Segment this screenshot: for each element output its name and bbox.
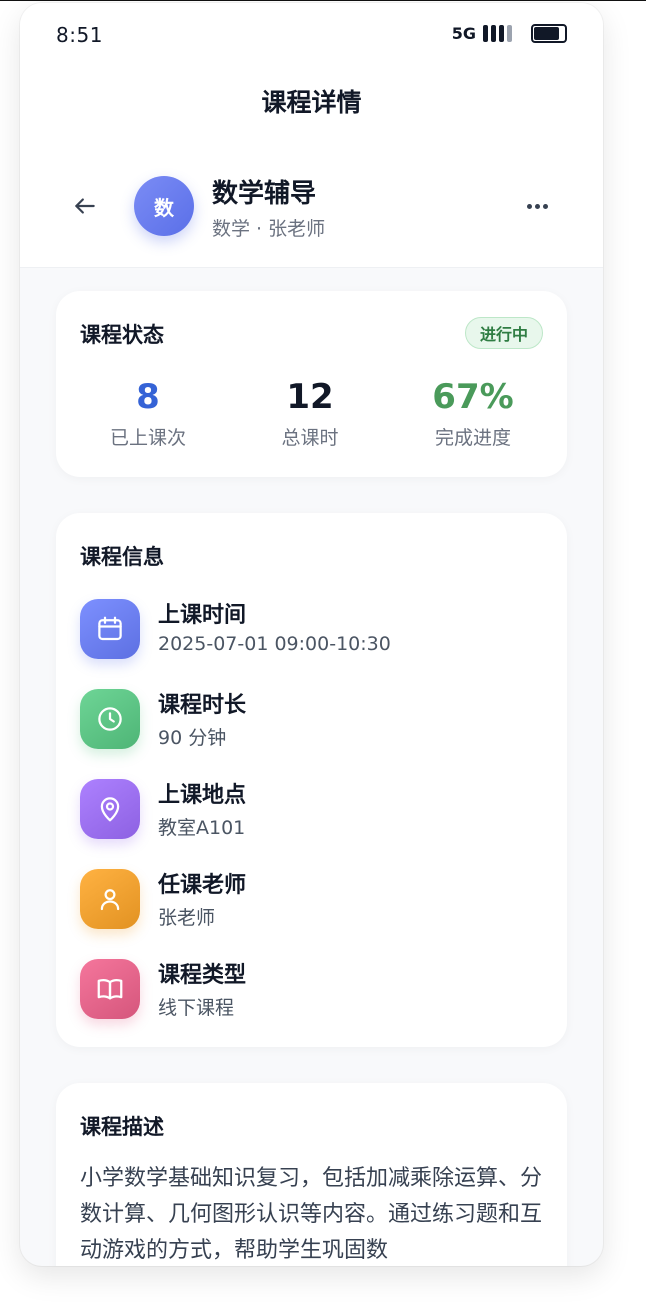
course-avatar: 数 <box>134 176 194 236</box>
arrow-left-icon <box>75 198 95 214</box>
info-row-teacher: 任课老师 张老师 <box>80 869 540 929</box>
page-title: 课程详情 <box>261 88 362 117</box>
info-icon-tile <box>80 959 140 1019</box>
user-icon <box>100 889 120 911</box>
info-icon-tile <box>80 689 140 749</box>
info-row-time: 上课时间 2025-07-01 09:00-10:30 <box>80 599 540 659</box>
info-value: 教室A101 <box>158 817 246 839</box>
status-badge: 进行中 <box>464 317 543 349</box>
info-label: 课程类型 <box>158 963 247 988</box>
network-type: 5G <box>451 24 476 43</box>
phone-frame: 8:51 5G 课程详情 数 数学辅导 数学 · 张老师 课程状态 进行中 8 … <box>20 3 603 1266</box>
stat-label: 已上课次 <box>109 427 186 449</box>
more-dots-icon <box>526 203 532 209</box>
description-text: 小学数学基础知识复习，包括加减乘除运算、分数计算、几何图形认识等内容。通过练习题… <box>80 1166 543 1263</box>
description-card-title: 课程描述 <box>80 1115 164 1139</box>
course-name: 数学辅导 <box>212 179 317 209</box>
stat-value: 67% <box>432 377 514 417</box>
battery-icon <box>531 24 567 43</box>
info-card: 课程信息 上课时间 2025-07-01 09:00-10:30 课程时长 90… <box>56 513 567 1047</box>
stat-total-hours: 12 总课时 <box>225 377 395 450</box>
info-row-type: 课程类型 线下课程 <box>80 959 540 1019</box>
signal-icon <box>483 25 512 42</box>
info-label: 课程时长 <box>158 693 247 718</box>
info-row-duration: 课程时长 90 分钟 <box>80 689 540 749</box>
info-value: 线下课程 <box>158 997 235 1019</box>
back-button[interactable] <box>70 191 100 221</box>
stat-label: 总课时 <box>281 427 339 449</box>
status-card-title: 课程状态 <box>80 323 164 347</box>
stat-progress: 67% 完成进度 <box>388 377 558 450</box>
info-label: 任课老师 <box>158 873 247 898</box>
status-indicators: 5G <box>452 24 567 43</box>
info-value: 2025-07-01 09:00-10:30 <box>158 633 391 655</box>
info-value: 张老师 <box>158 907 216 929</box>
more-button[interactable] <box>520 191 554 221</box>
stat-value: 8 <box>136 377 160 417</box>
book-icon <box>97 978 123 1000</box>
top-edge-line <box>0 0 646 1</box>
info-card-title: 课程信息 <box>80 545 164 569</box>
info-icon-tile <box>80 869 140 929</box>
info-label: 上课地点 <box>158 783 247 808</box>
info-icon-tile <box>80 599 140 659</box>
course-subtitle: 数学 · 张老师 <box>212 218 326 240</box>
status-time: 8:51 <box>56 23 103 47</box>
info-value: 90 分钟 <box>158 727 227 749</box>
info-label: 上课时间 <box>158 603 247 628</box>
info-row-location: 上课地点 教室A101 <box>80 779 540 839</box>
stat-sessions: 8 已上课次 <box>63 377 233 450</box>
info-icon-tile <box>80 779 140 839</box>
status-card: 课程状态 进行中 8 已上课次 12 总课时 67% 完成进度 <box>56 291 567 477</box>
calendar-icon <box>98 616 122 641</box>
description-card: 课程描述 小学数学基础知识复习，包括加减乘除运算、分数计算、几何图形认识等内容。… <box>56 1083 567 1266</box>
clock-icon <box>98 707 122 731</box>
stat-value: 12 <box>286 377 334 417</box>
stat-label: 完成进度 <box>434 427 511 449</box>
location-pin-icon <box>100 797 120 822</box>
